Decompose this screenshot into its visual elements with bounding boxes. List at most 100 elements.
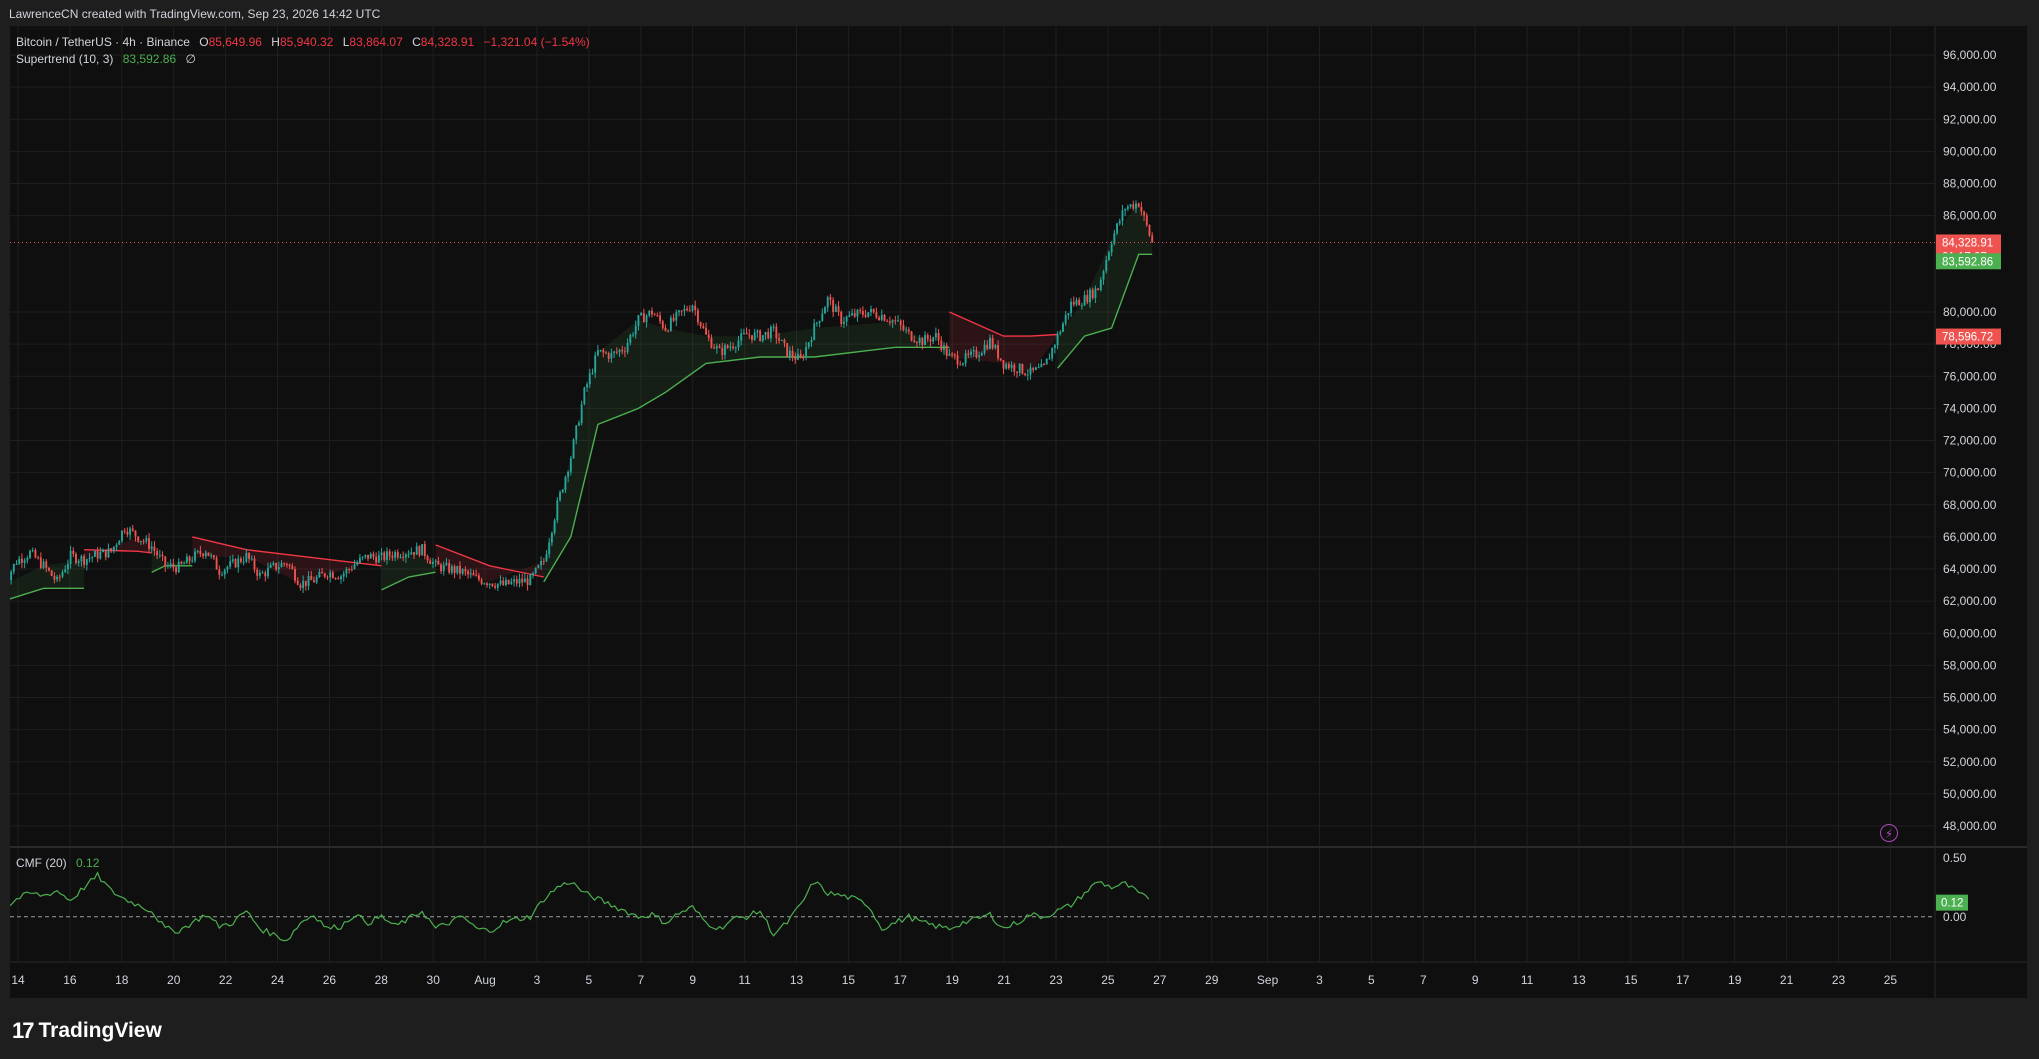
candle[interactable] — [1124, 209, 1127, 211]
candle[interactable] — [342, 573, 345, 577]
candle[interactable] — [15, 563, 18, 565]
candle[interactable] — [964, 353, 967, 364]
candle[interactable] — [875, 312, 878, 318]
candle[interactable] — [921, 337, 924, 346]
candle[interactable] — [383, 552, 386, 560]
candle[interactable] — [507, 579, 510, 584]
candle[interactable] — [1026, 374, 1029, 376]
candle[interactable] — [851, 313, 854, 316]
candle[interactable] — [142, 541, 145, 543]
candle[interactable] — [680, 310, 683, 312]
candle[interactable] — [267, 567, 269, 577]
candle[interactable] — [1118, 221, 1121, 224]
candle[interactable] — [899, 320, 902, 326]
candle[interactable] — [1034, 367, 1037, 370]
candle[interactable] — [261, 572, 264, 574]
candle[interactable] — [1021, 363, 1024, 374]
candle[interactable] — [832, 299, 835, 312]
candle[interactable] — [394, 551, 397, 558]
candle[interactable] — [859, 309, 862, 311]
candle[interactable] — [840, 311, 843, 325]
candle[interactable] — [956, 355, 959, 365]
candle[interactable] — [529, 574, 532, 586]
candle[interactable] — [759, 330, 762, 341]
candle[interactable] — [559, 492, 561, 501]
candle[interactable] — [75, 554, 77, 563]
candle[interactable] — [1140, 206, 1143, 212]
candle[interactable] — [669, 317, 672, 331]
candle[interactable] — [980, 352, 983, 356]
candle[interactable] — [1089, 289, 1091, 303]
candle[interactable] — [207, 552, 210, 556]
candle[interactable] — [461, 569, 464, 574]
candle[interactable] — [423, 544, 426, 557]
candle[interactable] — [415, 546, 418, 555]
candle[interactable] — [1094, 288, 1097, 298]
candle[interactable] — [475, 575, 478, 577]
candle[interactable] — [767, 331, 770, 339]
candle[interactable] — [861, 310, 864, 315]
candle[interactable] — [561, 489, 564, 493]
candle[interactable] — [350, 569, 353, 571]
candle[interactable] — [196, 550, 199, 552]
candle[interactable] — [856, 309, 859, 317]
candle[interactable] — [905, 329, 908, 331]
candle[interactable] — [1137, 203, 1140, 207]
candle[interactable] — [310, 575, 313, 581]
candle[interactable] — [837, 306, 840, 312]
candle[interactable] — [302, 580, 305, 589]
candle[interactable] — [599, 349, 602, 351]
candle[interactable] — [569, 458, 572, 472]
candle[interactable] — [623, 351, 626, 353]
candle[interactable] — [185, 556, 188, 564]
candle[interactable] — [786, 343, 789, 357]
candle[interactable] — [237, 558, 240, 568]
candle[interactable] — [542, 560, 545, 562]
candle[interactable] — [388, 551, 391, 556]
candle[interactable] — [434, 560, 437, 562]
candle[interactable] — [1029, 367, 1032, 375]
candle[interactable] — [932, 337, 935, 342]
candle[interactable] — [978, 355, 981, 358]
candle[interactable] — [526, 578, 529, 586]
candle[interactable] — [367, 554, 369, 559]
candle[interactable] — [356, 562, 359, 565]
candle[interactable] — [494, 586, 497, 588]
candle[interactable] — [280, 563, 283, 568]
candle[interactable] — [991, 337, 994, 349]
tradingview-brand[interactable]: 17 TradingView — [12, 1018, 162, 1044]
candle[interactable] — [226, 566, 229, 570]
candle[interactable] — [845, 316, 848, 322]
candle[interactable] — [323, 573, 326, 577]
candle[interactable] — [1091, 289, 1094, 298]
candle[interactable] — [361, 556, 364, 558]
candle[interactable] — [537, 565, 540, 568]
candle[interactable] — [1053, 345, 1056, 349]
candle[interactable] — [591, 372, 594, 374]
candle[interactable] — [1072, 301, 1075, 305]
candle[interactable] — [112, 546, 115, 552]
candle[interactable] — [148, 538, 150, 549]
candle[interactable] — [886, 320, 889, 322]
candle[interactable] — [775, 326, 778, 339]
candle[interactable] — [713, 347, 716, 349]
candle[interactable] — [491, 583, 494, 587]
candle[interactable] — [20, 558, 23, 563]
candle[interactable] — [751, 335, 753, 340]
candle[interactable] — [807, 342, 810, 347]
candle[interactable] — [613, 351, 616, 354]
candle[interactable] — [31, 550, 34, 552]
candle[interactable] — [853, 313, 856, 317]
candle[interactable] — [897, 320, 899, 322]
candle[interactable] — [375, 556, 378, 563]
candle[interactable] — [513, 579, 516, 582]
candle[interactable] — [753, 332, 756, 340]
candle[interactable] — [1126, 206, 1129, 210]
candle[interactable] — [121, 530, 123, 541]
candle[interactable] — [299, 584, 302, 589]
candle[interactable] — [710, 337, 713, 348]
candle[interactable] — [496, 583, 499, 588]
candle[interactable] — [448, 563, 451, 573]
candle[interactable] — [1037, 367, 1040, 369]
candle[interactable] — [480, 579, 483, 584]
